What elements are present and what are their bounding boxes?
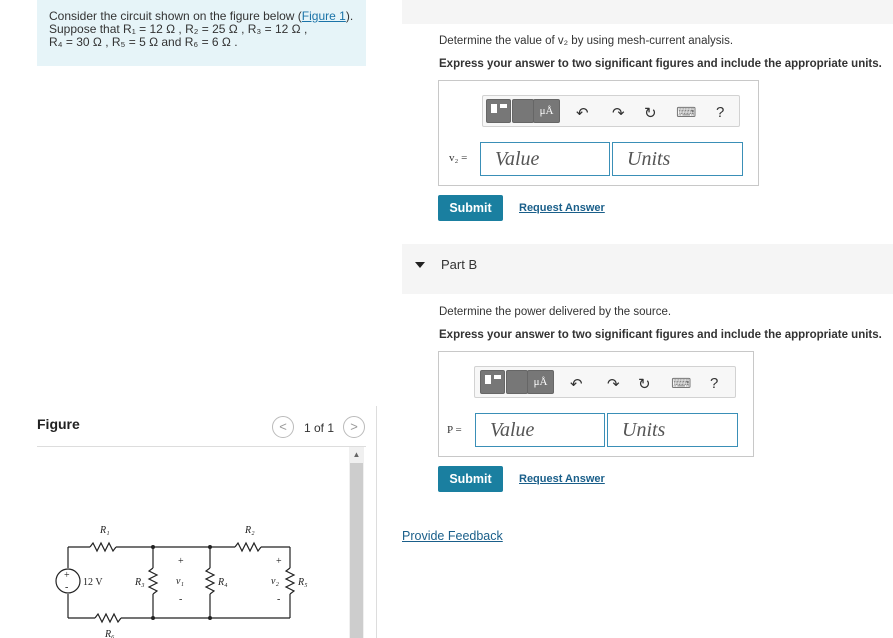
- part-a-prompt: Determine the value of v₂ by using mesh-…: [439, 35, 734, 47]
- r2-label: R₂: [244, 525, 255, 536]
- part-b-value-input[interactable]: Value: [475, 413, 605, 447]
- r6-label: R₆: [104, 629, 115, 638]
- r5-label: R₅: [297, 577, 308, 588]
- v2-minus-label: -: [277, 594, 280, 605]
- redo-icon[interactable]: ↷: [607, 375, 620, 393]
- problem-statement: Consider the circuit shown on the figure…: [37, 0, 366, 66]
- part-b-prompt: Determine the power delivered by the sou…: [439, 306, 672, 318]
- part-a-var-label: v₂ =: [449, 152, 468, 164]
- circuit-diagram: + - 12 V R₁ R₂ R₃ R₄ R₅ R₆ + v₁ - + v₂ -: [55, 525, 308, 638]
- part-b-instruction: Express your answer to two significant f…: [439, 329, 882, 341]
- source-minus-label: -: [65, 582, 68, 593]
- undo-icon[interactable]: ↶: [570, 375, 583, 393]
- v2-plus-label: +: [276, 556, 282, 567]
- part-a-request-answer-link[interactable]: Request Answer: [519, 202, 605, 214]
- source-plus-label: +: [64, 570, 70, 581]
- problem-line-3: R₄ = 30 Ω , R₅ = 5 Ω and R₆ = 6 Ω .: [49, 35, 238, 49]
- template-icon[interactable]: [480, 370, 505, 394]
- v2-label: v₂: [271, 576, 279, 587]
- part-b-title: Part B: [441, 257, 478, 272]
- provide-feedback-link[interactable]: Provide Feedback: [402, 529, 503, 543]
- undo-icon[interactable]: ↶: [576, 104, 589, 122]
- figure-title: Figure: [37, 416, 80, 432]
- units-icon[interactable]: μÅ: [533, 99, 560, 123]
- column-divider: [376, 406, 377, 638]
- collapse-caret-icon[interactable]: [415, 262, 425, 268]
- part-b-var-label: P =: [447, 424, 462, 436]
- problem-line-1-prefix: Consider the circuit shown on the figure…: [49, 9, 302, 23]
- units-icon[interactable]: μÅ: [527, 370, 554, 394]
- figure-prev-button[interactable]: <: [272, 416, 294, 438]
- problem-line-1-suffix: ).: [345, 9, 354, 23]
- help-icon[interactable]: ?: [710, 375, 718, 392]
- r1-label: R₁: [99, 525, 110, 536]
- r4-label: R₄: [217, 577, 228, 588]
- keyboard-icon[interactable]: ⌨: [676, 104, 696, 121]
- reset-icon[interactable]: ↻: [638, 375, 651, 393]
- r3-label: R₃: [134, 577, 145, 588]
- part-a-value-input[interactable]: Value: [480, 142, 610, 176]
- figure-divider: [37, 446, 366, 447]
- reset-icon[interactable]: ↻: [644, 104, 657, 122]
- grid-icon[interactable]: [506, 370, 528, 394]
- help-icon[interactable]: ?: [716, 104, 724, 121]
- figure-scroll-thumb[interactable]: [350, 463, 363, 638]
- keyboard-icon[interactable]: ⌨: [671, 375, 691, 392]
- part-b-units-input[interactable]: Units: [607, 413, 738, 447]
- figure-next-button[interactable]: >: [343, 416, 365, 438]
- source-label: 12 V: [83, 577, 103, 588]
- redo-icon[interactable]: ↷: [612, 104, 625, 122]
- v1-plus-label: +: [178, 556, 184, 567]
- v1-label: v₁: [176, 576, 184, 587]
- figure-page-count: 1 of 1: [304, 421, 335, 435]
- part-a-units-input[interactable]: Units: [612, 142, 743, 176]
- part-b-submit-button[interactable]: Submit: [438, 466, 503, 492]
- part-b-request-answer-link[interactable]: Request Answer: [519, 473, 605, 485]
- template-icon[interactable]: [486, 99, 511, 123]
- v1-minus-label: -: [179, 594, 182, 605]
- grid-icon[interactable]: [512, 99, 534, 123]
- part-a-instruction: Express your answer to two significant f…: [439, 58, 882, 70]
- figure-link[interactable]: Figure 1: [302, 9, 346, 23]
- part-a-header-band: [402, 0, 893, 24]
- part-a-submit-button[interactable]: Submit: [438, 195, 503, 221]
- scroll-up-arrow-icon[interactable]: ▲: [349, 447, 364, 462]
